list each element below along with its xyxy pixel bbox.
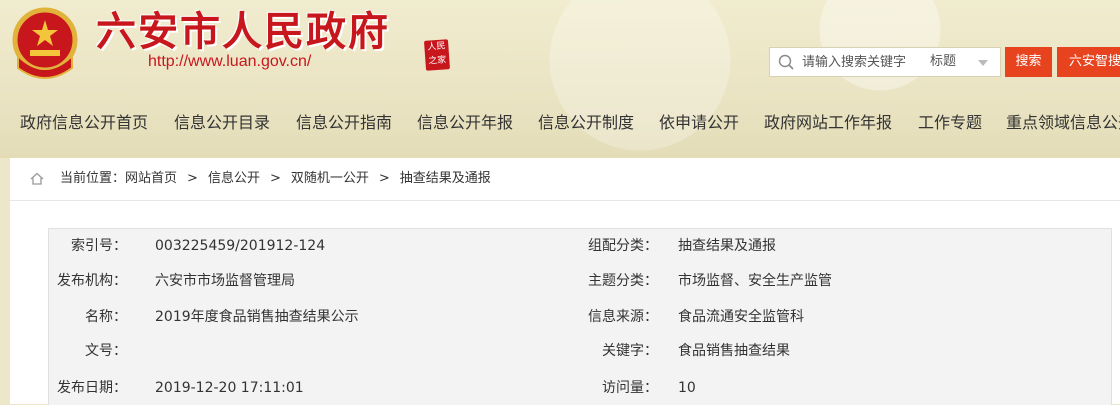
meta-row: 发布机构： 六安市市场监督管理局 主题分类： 市场监督、安全生产监管 <box>49 264 1111 298</box>
search-button[interactable]: 搜索 <box>1005 47 1052 77</box>
search-icon <box>778 54 794 70</box>
meta-row: 发布日期： 2019-12-20 17:11:01 访问量： 10 <box>49 371 1111 405</box>
topic-label: 主题分类： <box>588 273 658 289</box>
index-label: 索引号： <box>71 238 127 254</box>
breadcrumb-trail: 当前位置：网站首页 > 信息公开 > 双随机一公开 > 抽查结果及通报 <box>60 158 491 200</box>
views-label: 访问量： <box>602 380 658 396</box>
source-label: 信息来源： <box>588 309 658 325</box>
nav-item-apply[interactable]: 依申请公开 <box>659 100 739 146</box>
main-nav: 政府信息公开首页 信息公开目录 信息公开指南 信息公开年报 信息公开制度 依申请… <box>0 100 1120 146</box>
smart-search-button[interactable]: 六安智搜 <box>1057 47 1120 77</box>
date-label: 发布日期： <box>57 380 127 396</box>
publisher-label: 发布机构： <box>57 273 127 289</box>
category-label: 组配分类： <box>588 238 658 254</box>
meta-row: 索引号： 003225459/201912-124 组配分类： 抽查结果及通报 <box>49 229 1111 263</box>
breadcrumb-separator: > <box>378 171 390 186</box>
name-label: 名称： <box>85 309 127 325</box>
chevron-down-icon <box>978 60 988 66</box>
breadcrumb-separator: > <box>269 171 281 186</box>
nav-item-website-report[interactable]: 政府网站工作年报 <box>764 100 892 146</box>
nav-item-system[interactable]: 信息公开制度 <box>538 100 634 146</box>
nav-item-key-areas[interactable]: 重点领域信息公开 <box>1006 100 1120 146</box>
views-value: 10 <box>678 380 696 396</box>
docno-label: 文号： <box>85 343 127 359</box>
index-value: 003225459/201912-124 <box>155 238 326 254</box>
header-banner: 六安市人民政府 http://www.luan.gov.cn/ 人民之家 标题 … <box>0 0 1120 158</box>
keyword-value: 食品销售抽查结果 <box>678 343 790 359</box>
breadcrumb-item-current[interactable]: 抽查结果及通报 <box>400 171 491 186</box>
search-scope-select[interactable]: 标题 <box>926 48 996 76</box>
breadcrumb-item-random[interactable]: 双随机一公开 <box>291 171 369 186</box>
nav-item-topics[interactable]: 工作专题 <box>918 100 982 146</box>
nav-item-annual-report[interactable]: 信息公开年报 <box>417 100 513 146</box>
search-input[interactable] <box>802 48 926 76</box>
seal-logo: 人民 之家 <box>423 39 451 71</box>
site-url[interactable]: http://www.luan.gov.cn/ <box>148 53 311 71</box>
content-panel: 当前位置：网站首页 > 信息公开 > 双随机一公开 > 抽查结果及通报 索引号： 00322… <box>10 158 1120 405</box>
breadcrumb-separator: > <box>187 171 198 186</box>
date-value: 2019-12-20 17:11:01 <box>155 380 304 396</box>
breadcrumb-item-info[interactable]: 信息公开 <box>208 171 260 186</box>
breadcrumb-item-home[interactable]: 网站首页 <box>125 171 177 186</box>
keyword-label: 关键字： <box>602 343 658 359</box>
search-box: 标题 <box>769 47 1001 77</box>
topic-value: 市场监督、安全生产监管 <box>678 273 832 289</box>
source-value: 食品流通安全监管科 <box>678 309 804 325</box>
meta-row: 文号： 关键字： 食品销售抽查结果 <box>49 334 1111 368</box>
national-emblem-icon <box>12 7 78 79</box>
site-title[interactable]: 六安市人民政府 <box>96 8 390 56</box>
meta-row: 名称： 2019年度食品销售抽查结果公示 信息来源： 食品流通安全监管科 <box>49 300 1111 334</box>
nav-item-catalog[interactable]: 信息公开目录 <box>174 100 270 146</box>
name-value: 2019年度食品销售抽查结果公示 <box>155 309 359 325</box>
breadcrumb-prefix: 当前位置： <box>60 171 126 186</box>
document-meta-table: 索引号： 003225459/201912-124 组配分类： 抽查结果及通报 … <box>48 228 1112 405</box>
nav-item-home[interactable]: 政府信息公开首页 <box>20 100 148 146</box>
home-icon[interactable] <box>30 172 44 185</box>
category-value: 抽查结果及通报 <box>678 238 776 254</box>
breadcrumb: 当前位置：网站首页 > 信息公开 > 双随机一公开 > 抽查结果及通报 <box>10 158 1120 201</box>
publisher-value: 六安市市场监督管理局 <box>155 273 295 289</box>
nav-item-guide[interactable]: 信息公开指南 <box>296 100 392 146</box>
search-scope-value: 标题 <box>930 54 957 69</box>
